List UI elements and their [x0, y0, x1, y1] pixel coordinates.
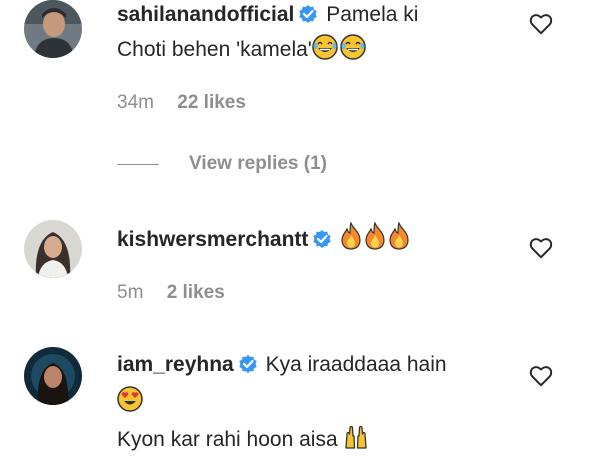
likes-count[interactable]: 2 likes — [167, 282, 225, 303]
timestamp[interactable]: 5m — [117, 282, 143, 303]
view-replies-button[interactable]: View replies (1) — [117, 153, 327, 175]
comment-body: sahilanandofficial Pamela ki Choti behen… — [117, 0, 530, 70]
username[interactable]: iam_reyhna — [117, 353, 234, 376]
verified-badge-icon — [238, 351, 258, 385]
heart-icon[interactable] — [528, 235, 554, 261]
comment-text: Pamela ki — [326, 3, 419, 26]
comment-meta: 34m 22 likes — [117, 92, 264, 114]
likes-count[interactable]: 22 likes — [177, 92, 246, 113]
heart-eyes-emoji-icon — [117, 386, 143, 423]
heart-icon[interactable] — [528, 11, 554, 37]
username[interactable]: kishwersmerchantt — [117, 228, 308, 251]
fire-emoji-icon — [388, 221, 410, 260]
avatar[interactable] — [24, 0, 82, 58]
username[interactable]: sahilanandofficial — [117, 3, 294, 26]
replies-divider — [117, 163, 159, 165]
view-replies-label: View replies (1) — [189, 153, 327, 174]
avatar[interactable] — [24, 347, 82, 405]
verified-badge-icon — [298, 2, 318, 34]
comment-text: Choti behen 'kamela' — [117, 38, 312, 61]
fire-emoji-icon — [340, 221, 362, 260]
raising-hands-emoji-icon — [343, 424, 369, 461]
avatar[interactable] — [24, 220, 82, 278]
tears-of-joy-emoji-icon — [340, 34, 366, 70]
comment-text: Kyon kar rahi hoon aisa — [117, 428, 338, 451]
comment-text: Kya iraaddaaa hain — [265, 353, 447, 376]
comment-body: kishwersmerchantt — [117, 221, 530, 260]
timestamp[interactable]: 34m — [117, 92, 154, 113]
fire-emoji-icon — [364, 221, 386, 260]
heart-icon[interactable] — [528, 363, 554, 389]
verified-badge-icon — [312, 227, 332, 259]
comment-meta: 5m 2 likes — [117, 282, 243, 304]
comment-body: iam_reyhna Kya iraaddaaa hain Kyon kar r… — [117, 348, 530, 461]
tears-of-joy-emoji-icon — [312, 34, 338, 70]
